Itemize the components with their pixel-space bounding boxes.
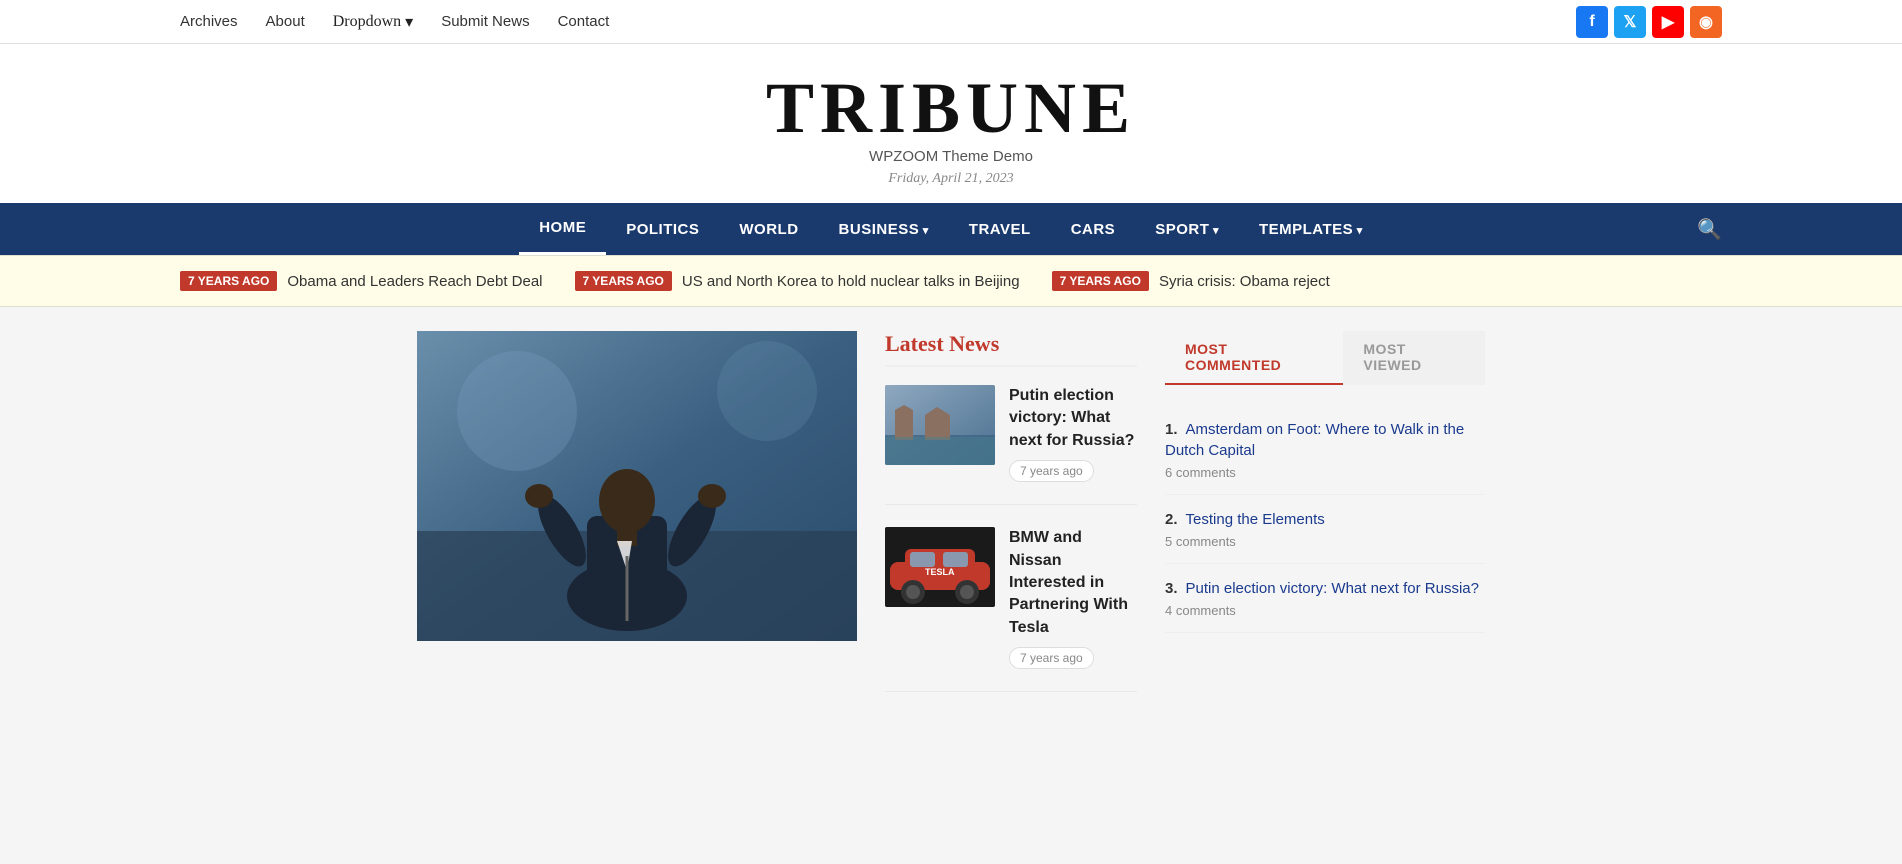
sidebar-list-comments-1: 6 comments <box>1165 465 1485 480</box>
nav-link-templates[interactable]: TEMPLATES <box>1239 205 1383 254</box>
top-navigation: Archives About Dropdown ▾ Submit News Co… <box>0 0 1902 44</box>
news-thumb-1 <box>885 385 995 465</box>
ticker-badge-1: 7 YEARS AGO <box>180 271 277 291</box>
sidebar: MOST COMMENTED MOST VIEWED 1. Amsterdam … <box>1165 331 1485 714</box>
featured-image-column <box>417 331 857 714</box>
tab-most-viewed[interactable]: MOST VIEWED <box>1343 331 1485 385</box>
nav-link-business[interactable]: BUSINESS <box>819 205 949 254</box>
search-icon[interactable]: 🔍 <box>1697 217 1722 242</box>
sidebar-tabs: MOST COMMENTED MOST VIEWED <box>1165 331 1485 385</box>
news-item-title-2[interactable]: BMW and Nissan Interested in Partnering … <box>1009 527 1137 639</box>
sidebar-list-link-3[interactable]: Putin election victory: What next for Ru… <box>1186 580 1479 597</box>
top-nav-links: Archives About Dropdown ▾ Submit News Co… <box>180 12 609 32</box>
sidebar-list-item-2: 2. Testing the Elements 5 comments <box>1165 495 1485 564</box>
svg-text:TESLA: TESLA <box>925 567 955 577</box>
nav-item-cars[interactable]: CARS <box>1051 205 1136 254</box>
sidebar-list-link-1[interactable]: Amsterdam on Foot: Where to Walk in the … <box>1165 421 1464 459</box>
site-header: TRIBUNE WPZOOM Theme Demo Friday, April … <box>0 44 1902 203</box>
nav-link-world[interactable]: WORLD <box>719 205 818 254</box>
nav-link-sport[interactable]: SPORT <box>1135 205 1239 254</box>
nav-archives[interactable]: Archives <box>180 13 238 30</box>
nav-item-business[interactable]: BUSINESS <box>819 205 949 254</box>
featured-image <box>417 331 857 641</box>
sidebar-list-num-2: 2. <box>1165 511 1178 528</box>
rss-icon[interactable]: ◉ <box>1690 6 1722 38</box>
news-thumb-1-img <box>885 385 995 465</box>
ticker-item-1: 7 YEARS AGO Obama and Leaders Reach Debt… <box>180 271 543 291</box>
news-item-title-1[interactable]: Putin election victory: What next for Ru… <box>1009 385 1137 452</box>
nav-link-politics[interactable]: POLITICS <box>606 205 719 254</box>
nav-item-templates[interactable]: TEMPLATES <box>1239 205 1383 254</box>
news-thumb-2-img: TESLA <box>885 527 995 607</box>
news-ticker: 7 YEARS AGO Obama and Leaders Reach Debt… <box>0 255 1902 307</box>
ticker-item-3: 7 YEARS AGO Syria crisis: Obama reject <box>1052 271 1330 291</box>
news-text-2: BMW and Nissan Interested in Partnering … <box>1009 527 1137 669</box>
news-thumb-2: TESLA <box>885 527 995 607</box>
social-icons: f 𝕏 ▶ ◉ <box>1576 6 1722 38</box>
nav-dropdown[interactable]: Dropdown ▾ <box>333 12 413 32</box>
news-item-2: TESLA BMW and Nissan Interested in Partn… <box>885 527 1137 692</box>
facebook-icon[interactable]: f <box>1576 6 1608 38</box>
twitter-icon[interactable]: 𝕏 <box>1614 6 1646 38</box>
sidebar-list-item-1: 1. Amsterdam on Foot: Where to Walk in t… <box>1165 405 1485 495</box>
latest-news-heading: Latest News <box>885 331 1137 367</box>
sidebar-list-comments-3: 4 comments <box>1165 603 1485 618</box>
news-item-time-1: 7 years ago <box>1009 460 1094 482</box>
sidebar-list-item-3: 3. Putin election victory: What next for… <box>1165 564 1485 633</box>
ticker-text-3: Syria crisis: Obama reject <box>1159 273 1330 290</box>
nav-link-travel[interactable]: TRAVEL <box>949 205 1051 254</box>
nav-link-home[interactable]: HOME <box>519 203 606 255</box>
nav-item-home[interactable]: HOME <box>519 203 606 255</box>
nav-about[interactable]: About <box>266 13 305 30</box>
news-item-1: Putin election victory: What next for Ru… <box>885 385 1137 505</box>
main-nav-list: HOME POLITICS WORLD BUSINESS TRAVEL CARS… <box>519 203 1383 255</box>
ticker-text-2: US and North Korea to hold nuclear talks… <box>682 273 1020 290</box>
most-commented-list: 1. Amsterdam on Foot: Where to Walk in t… <box>1165 405 1485 633</box>
sidebar-list-num-1: 1. <box>1165 421 1178 438</box>
youtube-icon[interactable]: ▶ <box>1652 6 1684 38</box>
ticker-badge-2: 7 YEARS AGO <box>575 271 672 291</box>
news-text-1: Putin election victory: What next for Ru… <box>1009 385 1137 482</box>
ticker-badge-3: 7 YEARS AGO <box>1052 271 1149 291</box>
ticker-text-1: Obama and Leaders Reach Debt Deal <box>287 273 542 290</box>
nav-link-cars[interactable]: CARS <box>1051 205 1136 254</box>
ticker-item-2: 7 YEARS AGO US and North Korea to hold n… <box>575 271 1020 291</box>
main-navigation: HOME POLITICS WORLD BUSINESS TRAVEL CARS… <box>0 203 1902 255</box>
nav-item-travel[interactable]: TRAVEL <box>949 205 1051 254</box>
nav-submit-news[interactable]: Submit News <box>441 13 529 30</box>
main-content: Latest News <box>401 331 1501 714</box>
sidebar-list-comments-2: 5 comments <box>1165 534 1485 549</box>
site-tagline: WPZOOM Theme Demo <box>0 148 1902 165</box>
tab-most-commented[interactable]: MOST COMMENTED <box>1165 331 1343 385</box>
featured-image-svg <box>417 331 857 641</box>
header-date: Friday, April 21, 2023 <box>0 171 1902 187</box>
nav-item-world[interactable]: WORLD <box>719 205 818 254</box>
nav-item-sport[interactable]: SPORT <box>1135 205 1239 254</box>
sidebar-list-link-2[interactable]: Testing the Elements <box>1186 511 1325 528</box>
nav-contact[interactable]: Contact <box>558 13 610 30</box>
sidebar-list-num-3: 3. <box>1165 580 1178 597</box>
news-item-time-2: 7 years ago <box>1009 647 1094 669</box>
site-logo[interactable]: TRIBUNE <box>0 72 1902 144</box>
latest-news-column: Latest News <box>885 331 1137 714</box>
nav-item-politics[interactable]: POLITICS <box>606 205 719 254</box>
